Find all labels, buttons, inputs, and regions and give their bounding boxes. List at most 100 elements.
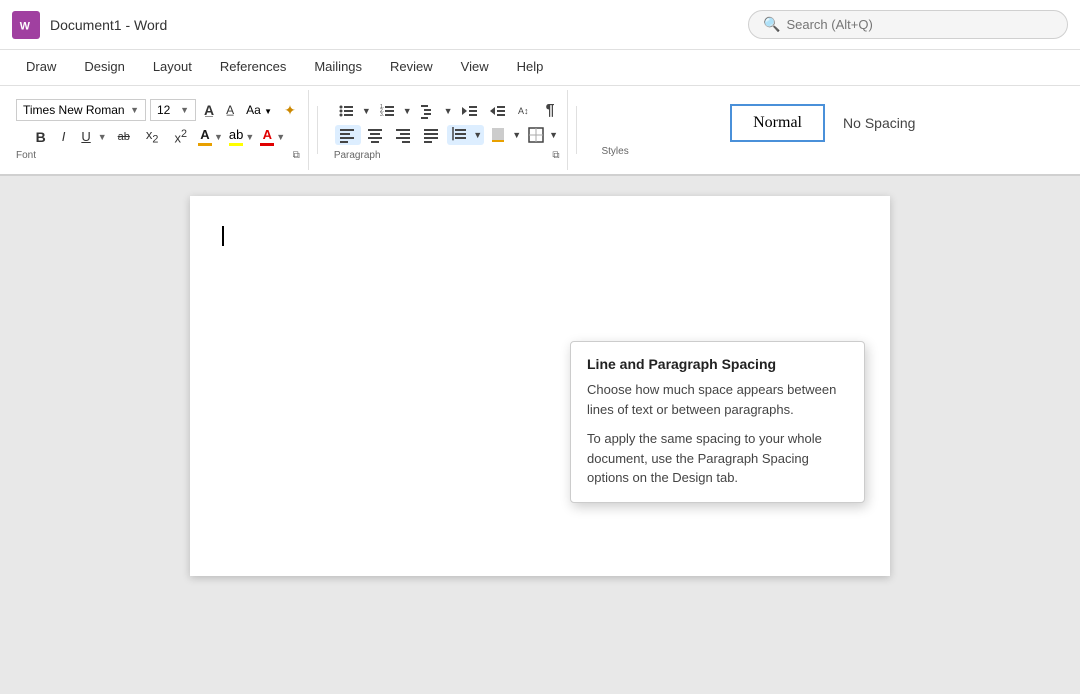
search-icon: 🔍 (763, 16, 780, 33)
font-color-a-button[interactable]: A (198, 127, 212, 146)
align-center-icon (368, 127, 384, 143)
font-name-arrow: ▼ (130, 105, 139, 115)
align-left-icon (340, 127, 356, 143)
multilevel-list-icon (421, 103, 437, 119)
borders-icon (528, 127, 544, 143)
para-row2: ▼ ▼ ▼ (335, 125, 558, 145)
tab-help[interactable]: Help (503, 53, 558, 82)
underline-button[interactable]: U (76, 127, 95, 146)
font-section: Times New Roman ▼ 12 ▼ A̲ A̲ Aa ▼ ✦ B I … (8, 90, 309, 170)
line-spacing-button[interactable] (447, 125, 473, 145)
shading-button[interactable] (486, 125, 512, 145)
font-size-dropdown[interactable]: 12 ▼ (150, 99, 196, 121)
subscript-button[interactable]: x2 (141, 125, 164, 148)
justify-button[interactable] (419, 125, 445, 145)
font-row1: Times New Roman ▼ 12 ▼ A̲ A̲ Aa ▼ ✦ (16, 99, 300, 121)
bullets-button[interactable] (334, 101, 360, 121)
tab-references[interactable]: References (206, 53, 300, 82)
divider-2 (576, 106, 577, 154)
multilevel-list-button[interactable] (416, 101, 442, 121)
styles-row: Normal No Spacing (730, 104, 927, 142)
tab-mailings[interactable]: Mailings (300, 53, 376, 82)
tab-layout[interactable]: Layout (139, 53, 206, 82)
tooltip-title: Line and Paragraph Spacing (587, 356, 848, 372)
font-color-a-arrow[interactable]: ▼ (214, 132, 223, 142)
increase-indent-button[interactable] (485, 101, 511, 121)
tab-view[interactable]: View (447, 53, 503, 82)
tooltip-line2: To apply the same spacing to your whole … (587, 429, 848, 488)
underline-arrow[interactable]: ▼ (98, 132, 107, 142)
line-spacing-arrow[interactable]: ▼ (473, 130, 484, 140)
title-bar: W Document1 - Word 🔍 (0, 0, 1080, 50)
shading-icon (491, 127, 507, 143)
numbered-list-button[interactable]: 1.2.3. (375, 101, 401, 121)
para-section-expand[interactable]: ⧉ (552, 150, 559, 161)
borders-button[interactable] (523, 125, 549, 145)
font-color-arrow[interactable]: ▼ (276, 132, 285, 142)
superscript-button[interactable]: x2 (169, 126, 192, 147)
font-section-footer: Font ⧉ (16, 150, 300, 161)
text-cursor (222, 226, 224, 246)
strikethrough-button[interactable]: ab (113, 129, 135, 145)
font-shrink-button[interactable]: A̲ (222, 101, 238, 119)
styles-section-label: Styles (593, 146, 628, 157)
tab-draw[interactable]: Draw (12, 53, 70, 82)
bullets-icon (339, 103, 355, 119)
normal-style-button[interactable]: Normal (730, 104, 825, 142)
align-right-icon (396, 127, 412, 143)
line-spacing-tooltip: Line and Paragraph Spacing Choose how mu… (570, 341, 865, 503)
bullets-arrow[interactable]: ▼ (360, 104, 373, 118)
borders-arrow[interactable]: ▼ (549, 130, 558, 140)
para-section-label: Paragraph (334, 150, 381, 161)
font-size-label: 12 (157, 103, 170, 117)
multilevel-list-arrow[interactable]: ▼ (442, 104, 455, 118)
no-spacing-style-button[interactable]: No Spacing (831, 107, 927, 139)
align-left-button[interactable] (335, 125, 361, 145)
para-row1: ▼ 1.2.3. ▼ ▼ (334, 100, 560, 122)
bold-button[interactable]: B (31, 127, 51, 147)
search-input[interactable] (786, 17, 1036, 32)
font-grow-button[interactable]: A̲ (200, 100, 218, 120)
divider-1 (317, 106, 318, 154)
styles-section: Normal No Spacing Styles (585, 90, 1072, 170)
sort-button[interactable]: A↕ (513, 101, 539, 121)
font-size-arrow: ▼ (180, 105, 189, 115)
font-color-button[interactable]: A (260, 127, 274, 146)
italic-button[interactable]: I (57, 127, 71, 146)
numbered-list-icon: 1.2.3. (380, 103, 396, 119)
document-area (0, 176, 1080, 694)
para-section-footer: Paragraph ⧉ (334, 150, 560, 161)
svg-text:3.: 3. (380, 112, 384, 118)
show-formatting-button[interactable]: ¶ (541, 100, 560, 122)
font-name-dropdown[interactable]: Times New Roman ▼ (16, 99, 146, 121)
highlight-color-button[interactable]: ab (229, 127, 243, 146)
tab-review[interactable]: Review (376, 53, 447, 82)
search-bar[interactable]: 🔍 (748, 10, 1068, 39)
numbered-list-arrow[interactable]: ▼ (401, 104, 414, 118)
svg-text:W: W (20, 20, 31, 32)
align-right-button[interactable] (391, 125, 417, 145)
sort-icon: A↕ (518, 103, 534, 119)
word-logo-icon: W (17, 16, 35, 34)
tab-design[interactable]: Design (70, 53, 138, 82)
increase-indent-icon (490, 103, 506, 119)
app-icon: W (12, 11, 40, 39)
change-case-button[interactable]: Aa ▼ (242, 101, 276, 119)
ribbon-toolbar: Times New Roman ▼ 12 ▼ A̲ A̲ Aa ▼ ✦ B I … (0, 86, 1080, 176)
window-title: Document1 - Word (50, 17, 748, 33)
justify-icon (424, 127, 440, 143)
tooltip-body: Choose how much space appears between li… (587, 380, 848, 488)
decrease-indent-icon (462, 103, 478, 119)
tooltip-line1: Choose how much space appears between li… (587, 380, 848, 419)
shading-arrow[interactable]: ▼ (512, 130, 521, 140)
ribbon-tabs: Draw Design Layout References Mailings R… (0, 50, 1080, 86)
clear-formatting-button[interactable]: ✦ (280, 100, 300, 121)
paragraph-section: ▼ 1.2.3. ▼ ▼ (326, 90, 569, 170)
font-section-expand[interactable]: ⧉ (293, 150, 300, 161)
svg-text:A↕: A↕ (518, 106, 529, 116)
decrease-indent-button[interactable] (457, 101, 483, 121)
font-name-label: Times New Roman (23, 103, 125, 117)
font-section-label: Font (16, 150, 36, 161)
align-center-button[interactable] (363, 125, 389, 145)
highlight-arrow[interactable]: ▼ (245, 132, 254, 142)
